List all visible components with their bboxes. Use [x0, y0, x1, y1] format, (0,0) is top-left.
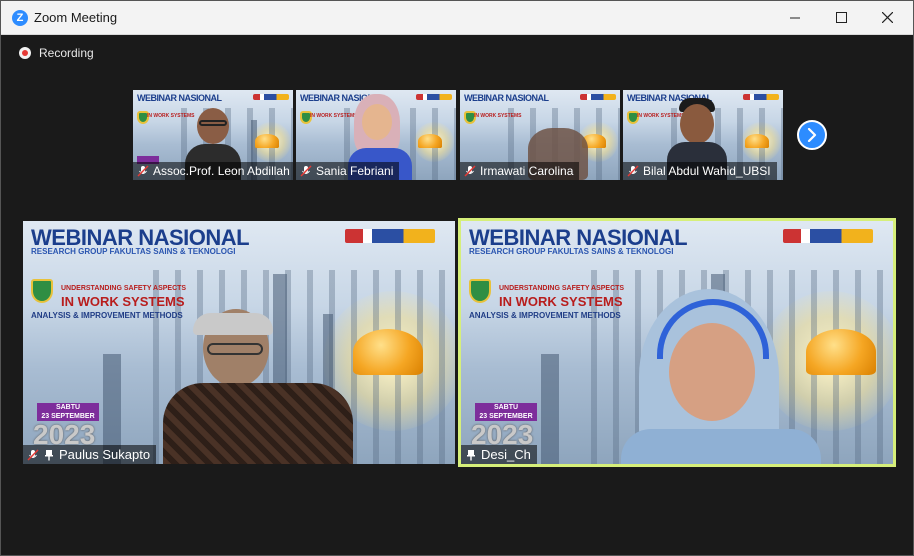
window-title: Zoom Meeting [34, 10, 118, 25]
participant-name-tag: Desi_Ch [461, 445, 537, 464]
next-page-button[interactable] [797, 120, 827, 150]
participant-thumbnail[interactable]: WEBINAR NASIONAL IN WORK SYSTEMS Bilal A… [623, 90, 783, 180]
close-icon [881, 12, 893, 23]
title-bar: Z Zoom Meeting [1, 1, 913, 35]
participant-name-tag: Irmawati Carolina [460, 162, 580, 180]
participant-video [163, 309, 353, 464]
mic-off-icon [300, 165, 312, 177]
participant-thumbnail[interactable]: WEBINAR NASIONAL IN WORK SYSTEMS Sania F… [296, 90, 456, 180]
participant-name: Paulus Sukapto [59, 447, 151, 462]
recording-indicator[interactable]: Recording [19, 46, 94, 60]
participant-name-tag: Sania Febriani [296, 162, 400, 180]
participant-name: Bilal Abdul Wahid_UBSI [643, 164, 771, 178]
maximize-icon [835, 12, 847, 23]
participant-video-tile[interactable]: WEBINAR NASIONAL RESEARCH GROUP FAKULTAS… [23, 221, 455, 464]
participant-name-tag: Bilal Abdul Wahid_UBSI [623, 162, 777, 180]
minimize-button[interactable] [772, 1, 818, 34]
record-icon [19, 47, 31, 59]
mic-off-icon [137, 165, 149, 177]
mic-off-icon [27, 448, 39, 461]
maximize-button[interactable] [818, 1, 864, 34]
pin-icon [465, 449, 477, 461]
active-speaker-video-tile[interactable]: WEBINAR NASIONAL RESEARCH GROUP FAKULTAS… [458, 218, 896, 467]
chevron-right-icon [807, 128, 817, 142]
participant-name: Assoc.Prof. Leon Abdillah [153, 164, 290, 178]
participant-name: Desi_Ch [481, 447, 531, 462]
mic-off-icon [464, 165, 476, 177]
participant-name-tag: Paulus Sukapto [23, 445, 157, 464]
recording-label: Recording [39, 46, 94, 60]
pin-icon [43, 449, 55, 461]
participant-name: Sania Febriani [316, 164, 394, 178]
meeting-content: Recording WEBINAR NASIONAL IN WORK SYSTE… [1, 35, 913, 555]
participant-video [621, 289, 821, 464]
minimize-icon [790, 17, 800, 18]
participant-thumbnail[interactable]: WEBINAR NASIONAL IN WORK SYSTEMS Assoc.P… [133, 90, 293, 180]
zoom-app-icon: Z [12, 10, 28, 26]
participant-name-tag: Assoc.Prof. Leon Abdillah [133, 162, 293, 180]
mic-off-icon [627, 165, 639, 177]
zoom-window: Z Zoom Meeting Recording WEBINAR NASIONA… [0, 0, 914, 556]
close-button[interactable] [864, 1, 910, 34]
participant-name: Irmawati Carolina [480, 164, 574, 178]
participant-thumbnail[interactable]: WEBINAR NASIONAL IN WORK SYSTEMS Irmawat… [460, 90, 620, 180]
